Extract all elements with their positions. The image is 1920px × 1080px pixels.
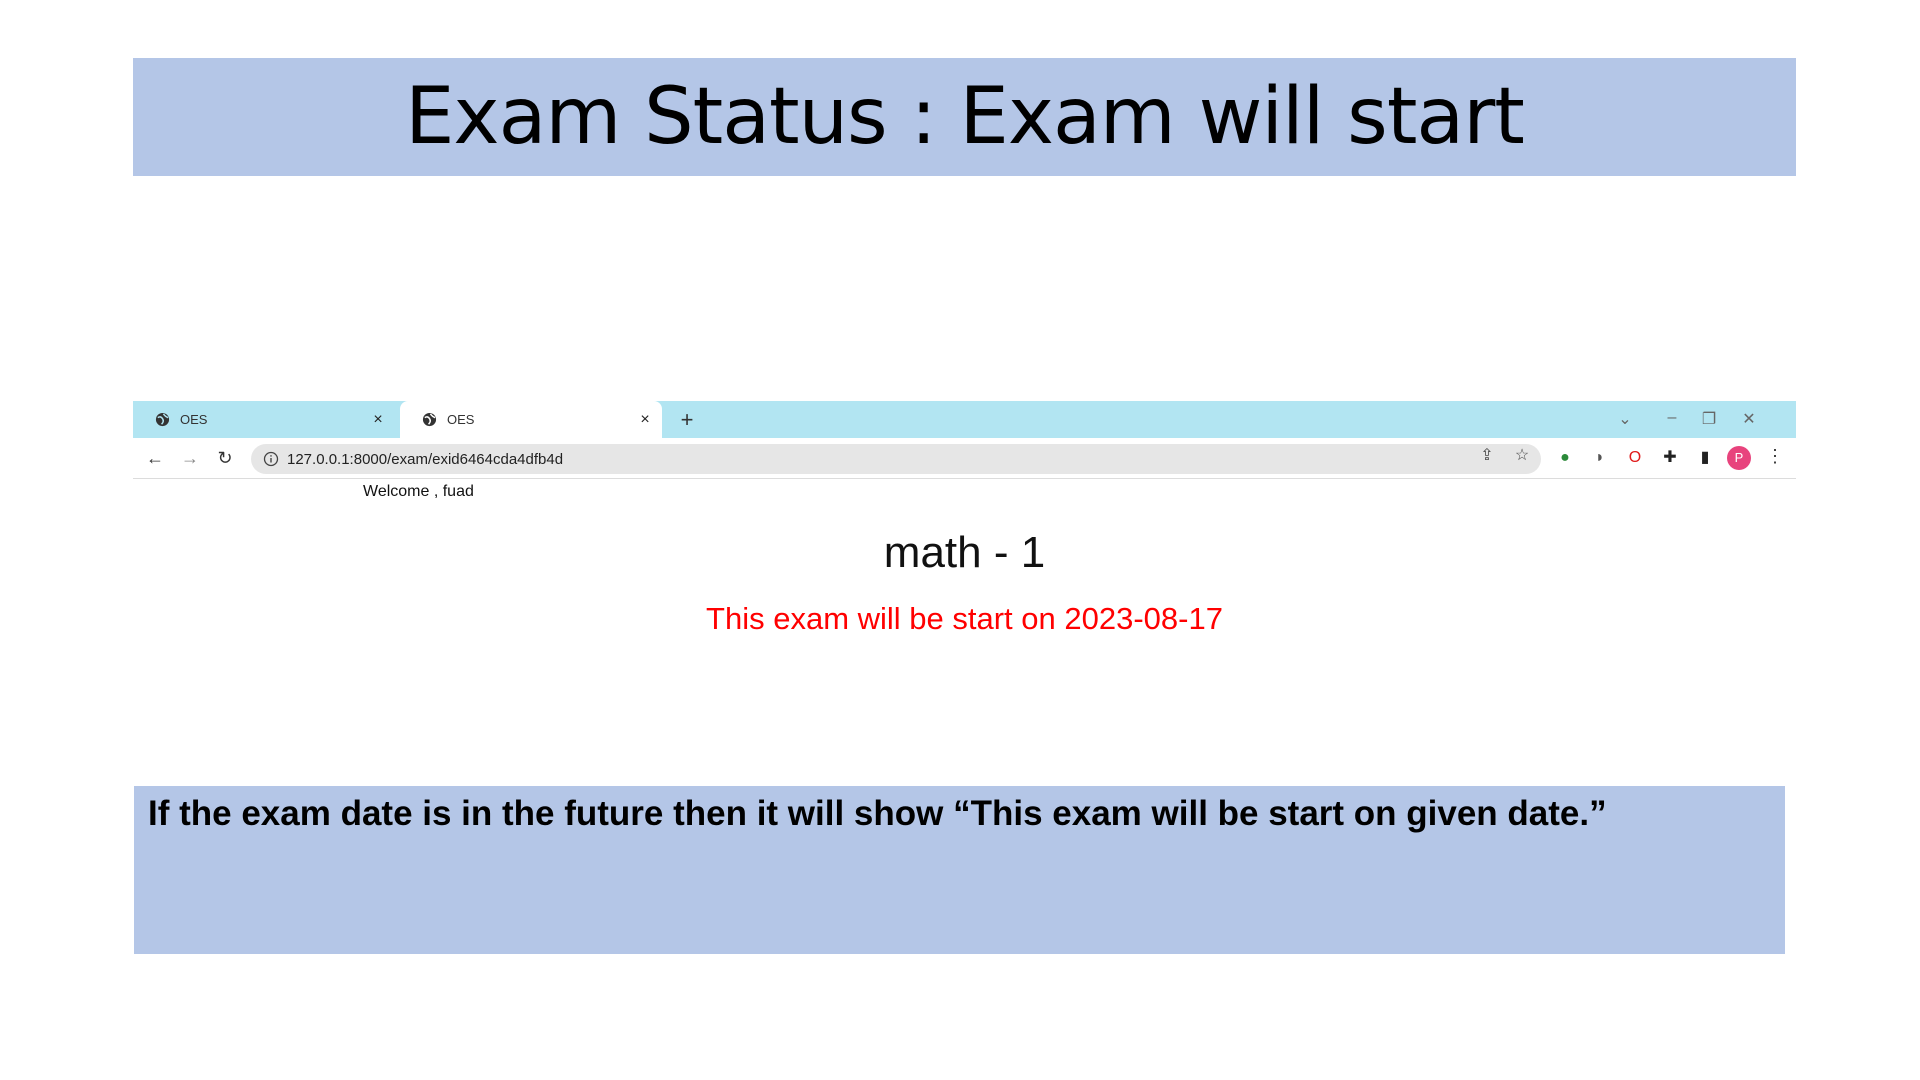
tab-title: OES bbox=[180, 412, 208, 427]
tab-title: OES bbox=[447, 412, 475, 427]
window-close-icon[interactable]: ✕ bbox=[1739, 409, 1759, 429]
browser-toolbar: ← → ↻ 127.0.0.1:8000/exam/exid6464cda4df… bbox=[133, 438, 1796, 479]
reload-icon[interactable]: ↻ bbox=[213, 446, 237, 470]
browser-screenshot: OES × OES × + ⌄ – ❐ ✕ ← → ↻ 127.0.0.1:80… bbox=[133, 401, 1796, 761]
new-tab-button[interactable]: + bbox=[675, 407, 699, 433]
tab-bar: OES × OES × + ⌄ – ❐ ✕ bbox=[133, 401, 1796, 438]
minimize-icon[interactable]: – bbox=[1662, 409, 1682, 427]
extension-globe-icon[interactable]: ● bbox=[1555, 448, 1575, 468]
tab-oes-1[interactable]: OES × bbox=[133, 401, 395, 438]
extension-leaf-icon[interactable]: ◗ bbox=[1590, 448, 1610, 468]
close-tab-icon[interactable]: × bbox=[369, 411, 387, 429]
forward-icon[interactable]: → bbox=[178, 446, 202, 470]
explanation-text: If the exam date is in the future then i… bbox=[148, 794, 1607, 833]
extensions-puzzle-icon[interactable]: ✚ bbox=[1660, 448, 1680, 468]
side-panel-icon[interactable]: ▮ bbox=[1695, 448, 1715, 468]
exam-start-message: This exam will be start on 2023-08-17 bbox=[706, 601, 1223, 636]
profile-avatar[interactable]: P bbox=[1727, 446, 1751, 470]
bookmark-star-icon[interactable]: ☆ bbox=[1513, 445, 1531, 464]
globe-icon bbox=[155, 412, 170, 427]
tab-search-chevron-icon[interactable]: ⌄ bbox=[1615, 409, 1635, 429]
opera-extension-icon[interactable]: O bbox=[1625, 448, 1645, 468]
tab-oes-2[interactable]: OES × bbox=[400, 401, 662, 438]
back-icon[interactable]: ← bbox=[143, 446, 167, 470]
address-bar[interactable]: 127.0.0.1:8000/exam/exid6464cda4dfb4d bbox=[251, 444, 1541, 474]
more-menu-icon[interactable]: ⋮ bbox=[1766, 446, 1784, 467]
globe-icon bbox=[422, 412, 437, 427]
exam-title: math - 1 bbox=[883, 528, 1046, 577]
url-text: 127.0.0.1:8000/exam/exid6464cda4dfb4d bbox=[287, 450, 564, 468]
restore-icon[interactable]: ❐ bbox=[1699, 409, 1719, 429]
explanation-box: If the exam date is in the future then i… bbox=[134, 786, 1785, 954]
slide-title: Exam Status : Exam will start bbox=[133, 58, 1796, 176]
welcome-text: Welcome , fuad bbox=[363, 483, 474, 500]
close-tab-icon[interactable]: × bbox=[636, 411, 654, 429]
site-info-icon[interactable] bbox=[263, 451, 279, 467]
share-icon[interactable]: ⇪ bbox=[1478, 445, 1496, 464]
